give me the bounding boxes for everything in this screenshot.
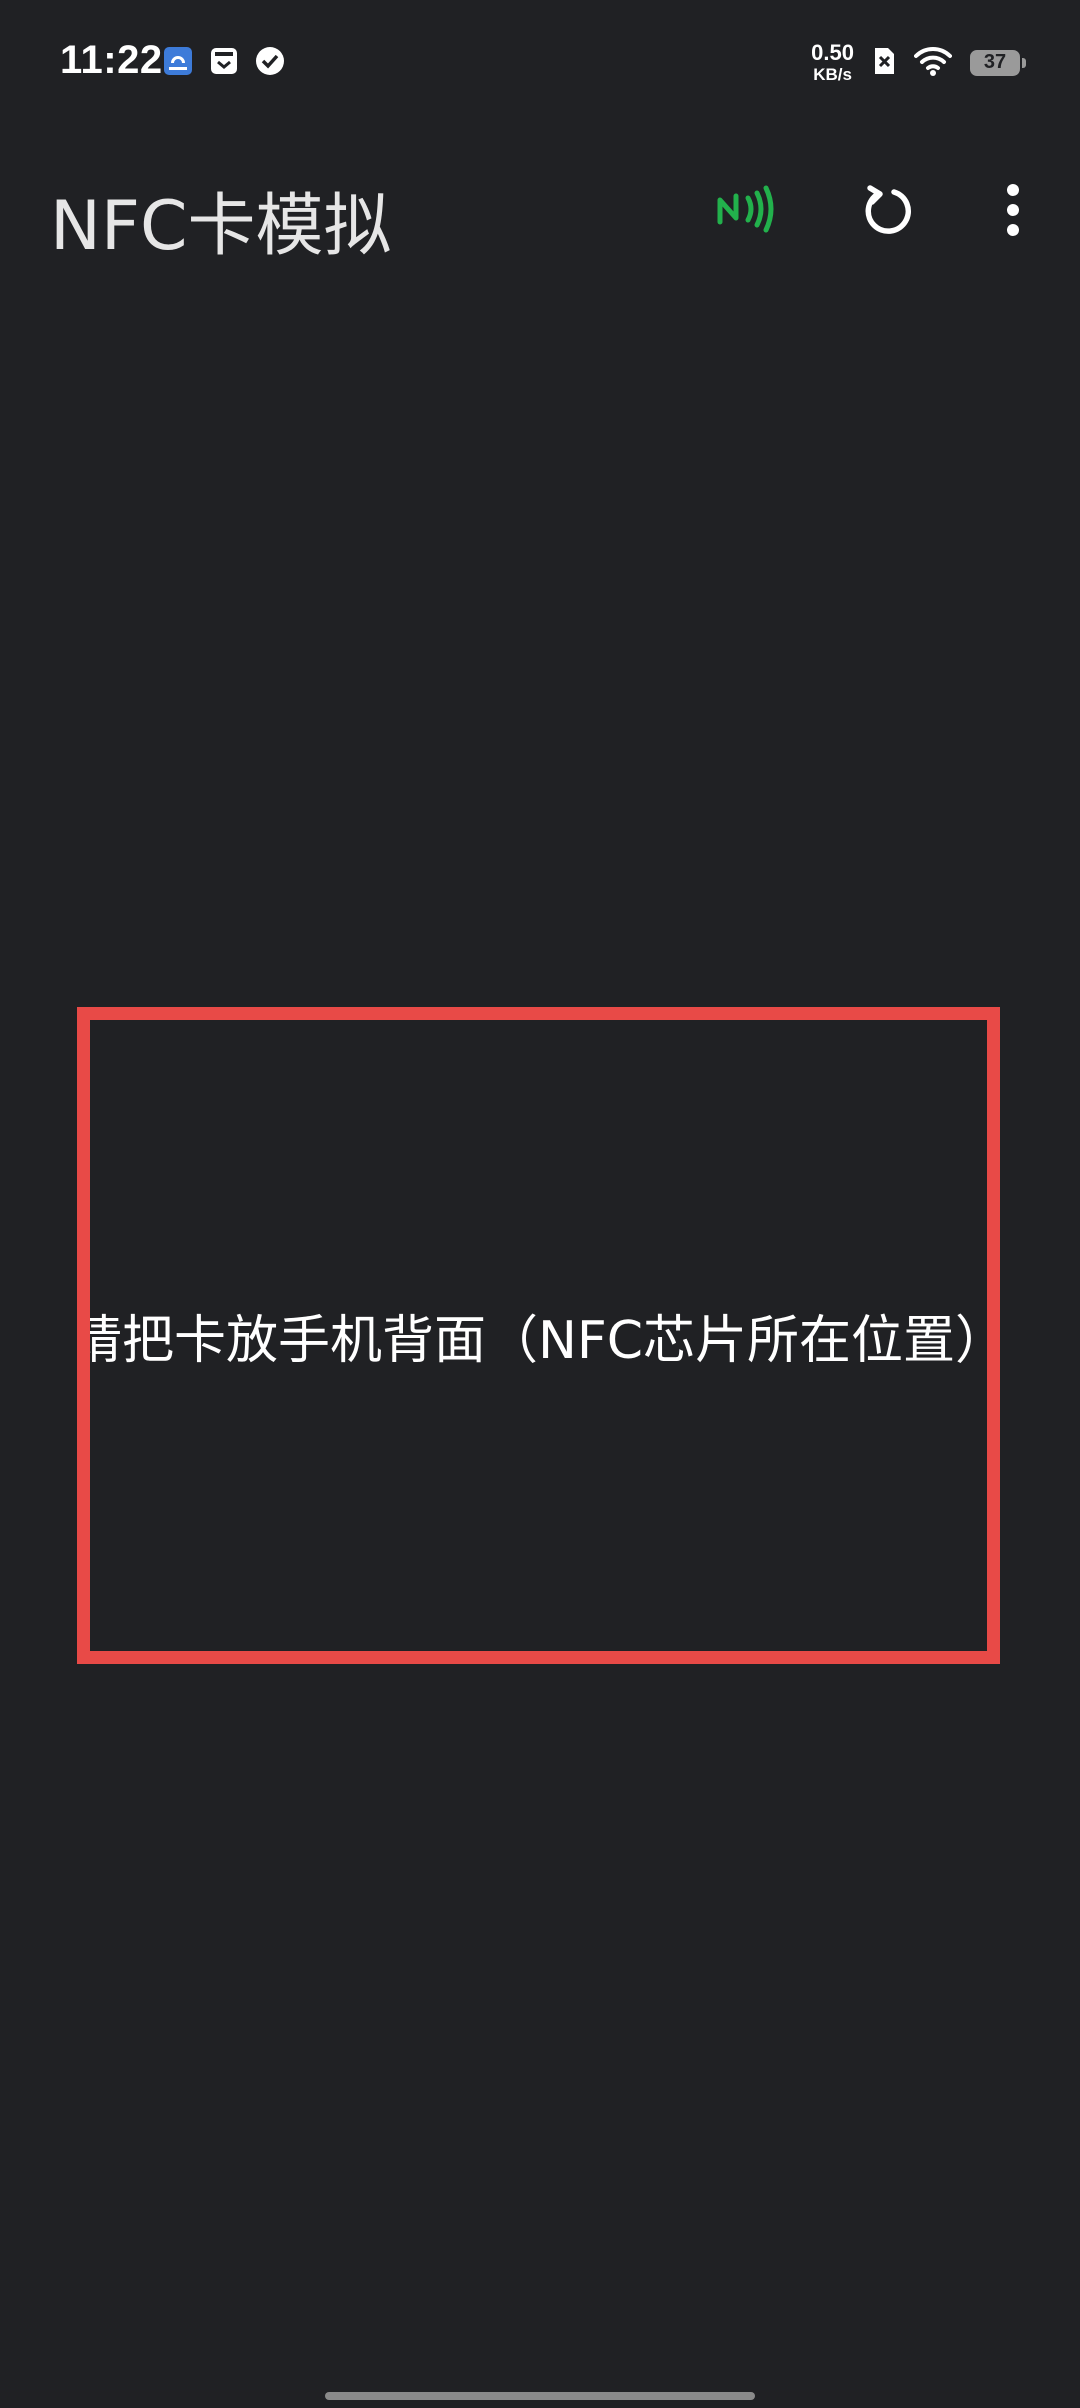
- calendar-check-icon: [209, 46, 239, 76]
- gesture-navigation-bar[interactable]: [325, 2392, 755, 2400]
- nfc-icon: [717, 185, 774, 233]
- card-placement-frame: 请把卡放手机背面（NFC芯片所在位置）: [77, 1007, 1000, 1664]
- nfc-status-button[interactable]: [704, 170, 784, 250]
- refresh-icon: [865, 185, 912, 234]
- battery-indicator: 37: [970, 49, 1026, 76]
- checkmark-circle-icon: [255, 46, 285, 76]
- refresh-button[interactable]: [848, 170, 928, 250]
- app-notification-icon: [163, 46, 193, 76]
- status-bar: 11:22 0.50 KB/s 37: [0, 0, 1080, 130]
- more-options-button[interactable]: [973, 170, 1053, 250]
- network-speed-unit: KB/s: [813, 65, 852, 84]
- battery-level: 37: [983, 51, 1007, 73]
- network-speed: 0.50 KB/s: [811, 40, 854, 84]
- status-time: 11:22: [60, 38, 163, 82]
- status-right-indicators: 0.50 KB/s 37: [811, 40, 1026, 84]
- no-sim-icon: [872, 46, 896, 80]
- page-title: NFC卡模拟: [50, 187, 392, 266]
- app-bar: NFC卡模拟: [0, 150, 1080, 270]
- more-vert-icon: [1007, 184, 1019, 236]
- network-speed-value: 0.50: [811, 40, 854, 65]
- card-placement-prompt: 请把卡放手机背面（NFC芯片所在位置）: [77, 1311, 1000, 1371]
- wifi-icon: [914, 46, 952, 80]
- notification-icons: [163, 46, 285, 76]
